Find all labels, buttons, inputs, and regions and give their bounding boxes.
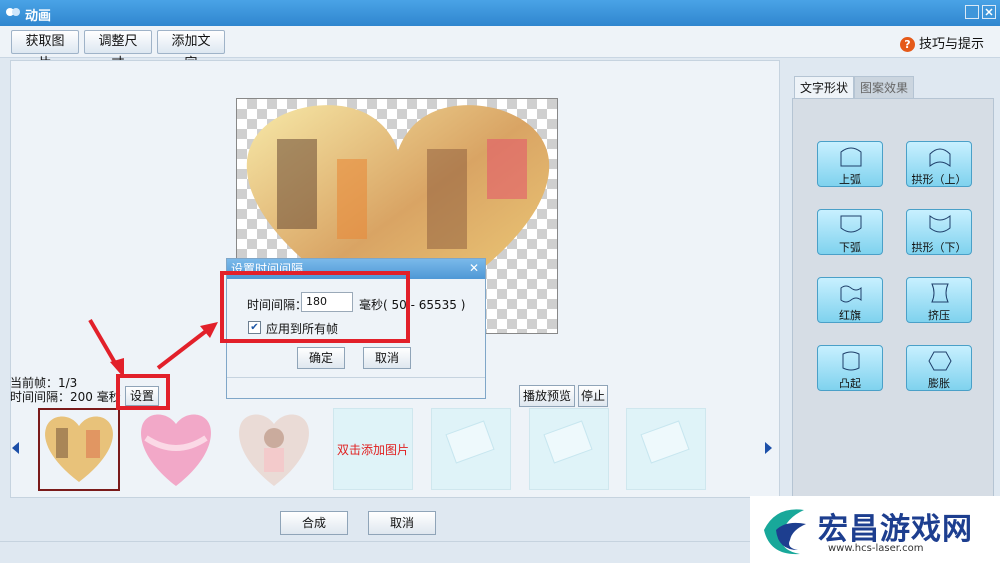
resize-button[interactable]: 调整尺寸 [84, 30, 152, 71]
help-link[interactable]: ? 技巧与提示 [900, 33, 984, 52]
shape-grid: 上弧 拱形（上） 下弧 拱形（下） 红旗 挤压 凸起 膨胀 [792, 98, 994, 500]
dialog-footer-divider [227, 377, 485, 378]
watermark: 宏昌游戏网 www.hcs-laser.com [750, 496, 1000, 563]
arch-down-icon [840, 215, 862, 233]
prev-frames-arrow-icon[interactable] [12, 442, 19, 454]
bulge-icon [842, 351, 860, 371]
image-placeholder-icon [543, 420, 593, 464]
dialog-close-icon[interactable]: ✕ [467, 261, 481, 275]
title-bar: 动画 [0, 0, 1000, 26]
shape-label: 下弧 [839, 241, 861, 254]
frame-slot-empty[interactable]: 双击添加图片 [333, 408, 413, 490]
get-image-button[interactable]: 获取图片 [11, 30, 79, 71]
close-button[interactable] [982, 5, 996, 19]
squeeze-icon [931, 283, 949, 303]
heart-photo-icon [239, 414, 309, 486]
app-icon [6, 8, 20, 16]
shape-arch-down-button[interactable]: 下弧 [817, 209, 883, 255]
inflate-icon [928, 351, 952, 371]
shape-label: 凸起 [839, 377, 861, 390]
tab-text-shape[interactable]: 文字形状 [794, 76, 855, 98]
frame-thumbnail-3[interactable] [234, 408, 314, 490]
window-title: 动画 [25, 9, 52, 24]
help-label: 技巧与提示 [919, 37, 985, 52]
annotation-arrows [88, 318, 218, 378]
close-icon [985, 8, 993, 16]
maximize-button[interactable] [965, 5, 979, 19]
shape-arch-bottom-button[interactable]: 拱形（下） [906, 209, 972, 255]
watermark-logo-icon [764, 509, 806, 555]
next-frames-arrow-icon[interactable] [765, 442, 772, 454]
shape-squeeze-button[interactable]: 挤压 [906, 277, 972, 323]
play-preview-button[interactable]: 播放预览 [519, 385, 575, 407]
shape-label: 膨胀 [928, 377, 950, 390]
shape-bulge-button[interactable]: 凸起 [817, 345, 883, 391]
shape-label: 拱形（上） [911, 173, 967, 186]
flag-icon [840, 285, 862, 303]
shape-label: 上弧 [839, 173, 861, 186]
text-shape-panel: 文字形状 图案效果 上弧 拱形（上） 下弧 拱形（下） 红旗 挤压 凸起 膨胀 [790, 76, 994, 500]
arch-up-icon [840, 147, 862, 167]
interval-label: 时间间隔：200 毫秒 [10, 390, 121, 404]
shape-flag-button[interactable]: 红旗 [817, 277, 883, 323]
tab-pattern-effect[interactable]: 图案效果 [854, 76, 915, 98]
dialog-highlight-box [220, 271, 410, 343]
arch-top-icon [929, 148, 951, 168]
shape-label: 拱形（下） [911, 241, 967, 254]
frame-thumbnail-2[interactable] [136, 408, 216, 490]
shape-label: 红旗 [839, 309, 861, 322]
stop-button[interactable]: 停止 [578, 385, 608, 407]
frame-slot-empty[interactable] [529, 408, 609, 490]
dialog-ok-button[interactable]: 确定 [297, 347, 345, 369]
help-icon: ? [900, 37, 915, 52]
arch-bottom-icon [929, 214, 951, 233]
add-image-hint: 双击添加图片 [336, 443, 409, 457]
toolbar: 获取图片 调整尺寸 添加文字 [0, 26, 1000, 71]
watermark-brand: 宏昌游戏网 [818, 512, 973, 547]
watermark-url: www.hcs-laser.com [828, 543, 924, 554]
frame-slot-empty[interactable] [626, 408, 706, 490]
frame-slot-empty[interactable] [431, 408, 511, 490]
compose-button[interactable]: 合成 [280, 511, 348, 535]
shape-label: 挤压 [928, 309, 950, 322]
shape-arch-top-button[interactable]: 拱形（上） [906, 141, 972, 187]
image-placeholder-icon [640, 420, 690, 464]
dialog-cancel-button[interactable]: 取消 [363, 347, 411, 369]
frame-thumbnail-1[interactable] [38, 408, 120, 491]
heart-photo-icon [45, 416, 113, 482]
image-placeholder-icon [445, 420, 495, 464]
shape-arch-up-button[interactable]: 上弧 [817, 141, 883, 187]
shape-inflate-button[interactable]: 膨胀 [906, 345, 972, 391]
cancel-button[interactable]: 取消 [368, 511, 436, 535]
add-text-button[interactable]: 添加文字 [157, 30, 225, 71]
heart-photo-icon [141, 414, 211, 486]
